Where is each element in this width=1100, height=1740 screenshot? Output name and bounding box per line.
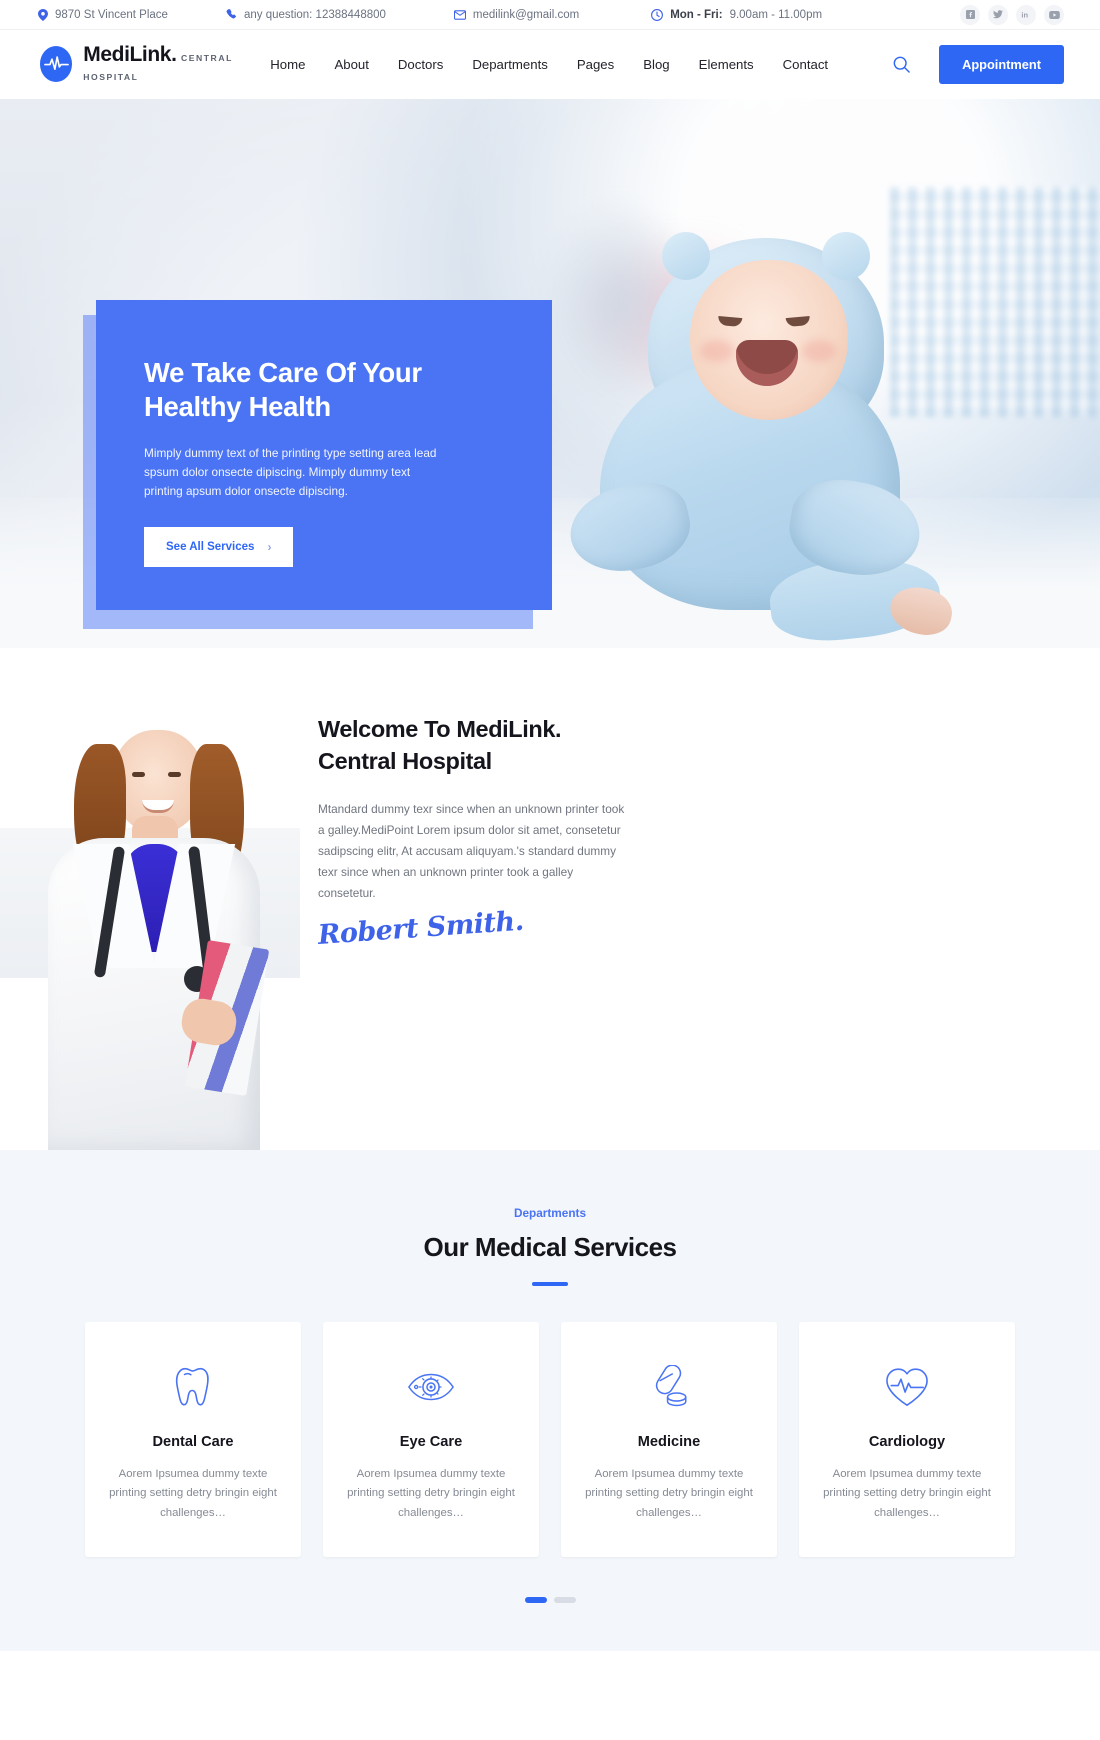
hero-title: We Take Care Of Your Healthy Health — [144, 356, 504, 425]
departments-eyebrow: Departments — [513, 1206, 587, 1220]
address-item: 9870 St Vincent Place — [38, 8, 168, 21]
departments-title: Our Medical Services — [423, 1232, 677, 1262]
doctor-photo-illustration — [0, 648, 300, 1150]
service-title: Cardiology — [868, 1433, 946, 1450]
pulse-logo-icon — [40, 46, 73, 83]
service-text: Aorem Ipsumea dummy texte printing setti… — [347, 1467, 515, 1519]
nav-item-elements[interactable]: Elements — [699, 57, 754, 72]
nav-item-departments[interactable]: Departments — [472, 57, 548, 72]
linkedin-icon[interactable]: in — [1016, 4, 1036, 25]
hours-label: Mon - Fri: — [670, 8, 723, 21]
email-text: medilink@gmail.com — [472, 8, 580, 21]
phone-icon — [226, 9, 237, 20]
slider-dot-1[interactable] — [524, 1597, 547, 1604]
clock-icon — [651, 8, 664, 21]
welcome-text: Welcome To MediLink. Central Hospital Mt… — [316, 713, 630, 951]
service-card-eye-care[interactable]: Eye Care Aorem Ipsumea dummy texte print… — [323, 1321, 539, 1558]
hero-card: We Take Care Of Your Healthy Health Mimp… — [96, 300, 552, 610]
welcome-title-line2: Central Hospital — [318, 748, 492, 775]
phone-text: any question: 12388448800 — [243, 8, 386, 21]
site-header: MediLink. CENTRAL HOSPITAL Home About Do… — [0, 30, 1100, 99]
pills-icon — [583, 1362, 755, 1412]
baby-photo-illustration — [540, 188, 1010, 648]
twitter-icon[interactable] — [988, 4, 1008, 25]
eye-icon — [345, 1362, 517, 1412]
service-text: Aorem Ipsumea dummy texte printing setti… — [109, 1467, 277, 1519]
service-card-medicine[interactable]: Medicine Aorem Ipsumea dummy texte print… — [561, 1321, 777, 1558]
top-utility-bar: 9870 St Vincent Place any question: 1238… — [0, 0, 1100, 30]
page-root: 9870 St Vincent Place any question: 1238… — [0, 0, 1100, 1652]
slider-pagination — [0, 1597, 1100, 1604]
svg-text:in: in — [1021, 10, 1028, 19]
search-icon[interactable] — [893, 56, 910, 73]
hero-slider: We Take Care Of Your Healthy Health Mimp… — [0, 99, 1100, 648]
hero-paragraph: Mimply dummy text of the printing type s… — [144, 445, 437, 499]
social-links: in — [960, 4, 1064, 25]
tooth-icon — [107, 1362, 279, 1412]
envelope-icon — [453, 9, 466, 20]
welcome-title: Welcome To MediLink. Central Hospital — [318, 713, 630, 778]
services-card-grid: Dental Care Aorem Ipsumea dummy texte pr… — [0, 1321, 1100, 1558]
hours-item: Mon - Fri: 9.00am - 11.00pm — [651, 9, 822, 21]
location-pin-icon — [38, 8, 48, 21]
service-text: Aorem Ipsumea dummy texte printing setti… — [585, 1467, 753, 1519]
title-underline — [532, 1282, 568, 1286]
appointment-button[interactable]: Appointment — [939, 45, 1064, 84]
email-item: medilink@gmail.com — [453, 8, 580, 21]
service-title: Eye Care — [399, 1433, 463, 1450]
see-all-services-label: See All Services — [166, 541, 255, 554]
logo-name: MediLink. — [83, 43, 177, 67]
nav-item-blog[interactable]: Blog — [643, 57, 669, 72]
youtube-icon[interactable] — [1044, 4, 1064, 25]
nav-item-home[interactable]: Home — [270, 57, 305, 72]
hero-title-line1: We Take Care Of Your — [144, 357, 422, 388]
nav-item-doctors[interactable]: Doctors — [398, 57, 443, 72]
see-all-services-button[interactable]: See All Services › — [144, 527, 294, 568]
service-text: Aorem Ipsumea dummy texte printing setti… — [823, 1467, 991, 1519]
nav-item-contact[interactable]: Contact — [783, 57, 828, 72]
welcome-title-line1: Welcome To MediLink. — [318, 716, 562, 742]
facebook-icon[interactable] — [960, 4, 980, 25]
signature: Robert Smith. — [316, 905, 525, 951]
service-title: Medicine — [637, 1433, 701, 1450]
heart-pulse-icon — [821, 1362, 993, 1412]
service-card-dental-care[interactable]: Dental Care Aorem Ipsumea dummy texte pr… — [85, 1321, 301, 1558]
nav-item-pages[interactable]: Pages — [577, 57, 614, 72]
hero-title-line2: Healthy Health — [144, 391, 331, 423]
welcome-section: Welcome To MediLink. Central Hospital Mt… — [0, 648, 1100, 1150]
chevron-right-icon: › — [267, 540, 272, 555]
slider-dot-2[interactable] — [553, 1597, 576, 1604]
hours-value: 9.00am - 11.00pm — [729, 8, 823, 21]
nav-item-about[interactable]: About — [334, 57, 368, 72]
service-card-cardiology[interactable]: Cardiology Aorem Ipsumea dummy texte pri… — [799, 1321, 1015, 1558]
departments-section: Departments Our Medical Services Dental … — [0, 1150, 1100, 1652]
main-nav: Home About Doctors Departments Pages Blo… — [270, 56, 910, 73]
address-text: 9870 St Vincent Place — [55, 8, 168, 21]
phone-item: any question: 12388448800 — [226, 9, 386, 21]
welcome-paragraph: Mtandard dummy texr since when an unknow… — [318, 801, 625, 900]
logo[interactable]: MediLink. CENTRAL HOSPITAL — [40, 44, 270, 84]
service-title: Dental Care — [152, 1433, 234, 1450]
